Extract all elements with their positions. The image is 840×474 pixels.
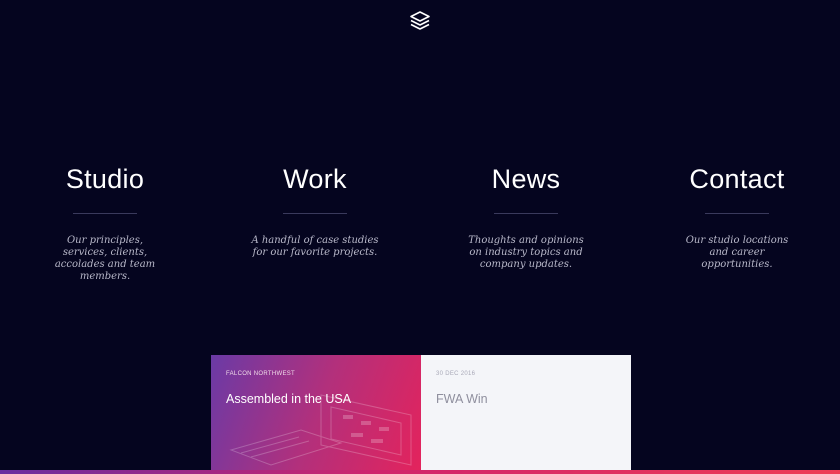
- divider: [283, 213, 347, 214]
- nav-description-news: Thoughts and opinions on industry topics…: [468, 235, 584, 270]
- nav-description-contact: Our studio locations and career opportun…: [685, 235, 789, 270]
- nav-section-contact: Contact Our studio locations and career …: [632, 160, 840, 271]
- card-date-label: 30 DEC 2016: [436, 371, 476, 377]
- accent-bar: [0, 470, 840, 474]
- nav-description-studio: Our principles, services, clients, accol…: [54, 235, 156, 282]
- layers-icon: [410, 11, 430, 30]
- layers-logo-icon[interactable]: [408, 9, 432, 33]
- feature-card-falcon-northwest[interactable]: FALCON NORTHWEST Assembled in the USA: [211, 355, 421, 474]
- nav-link-work[interactable]: Work: [210, 160, 420, 198]
- card-category-label: FALCON NORTHWEST: [226, 371, 296, 377]
- divider: [73, 213, 137, 214]
- nav-section-studio: Studio Our principles, services, clients…: [0, 160, 210, 283]
- divider: [494, 213, 558, 214]
- nav-link-news[interactable]: News: [421, 160, 631, 198]
- divider: [705, 213, 769, 214]
- card-headline: FWA Win: [436, 392, 488, 406]
- card-headline: Assembled in the USA: [226, 392, 352, 406]
- nav-link-studio[interactable]: Studio: [0, 160, 210, 198]
- nav-link-contact[interactable]: Contact: [632, 160, 840, 198]
- nav-section-news: News Thoughts and opinions on industry t…: [421, 160, 631, 271]
- nav-description-work: A handful of case studies for our favori…: [251, 235, 379, 258]
- feature-card-fwa-win[interactable]: 30 DEC 2016 FWA Win: [421, 355, 631, 474]
- nav-section-work: Work A handful of case studies for our f…: [210, 160, 420, 259]
